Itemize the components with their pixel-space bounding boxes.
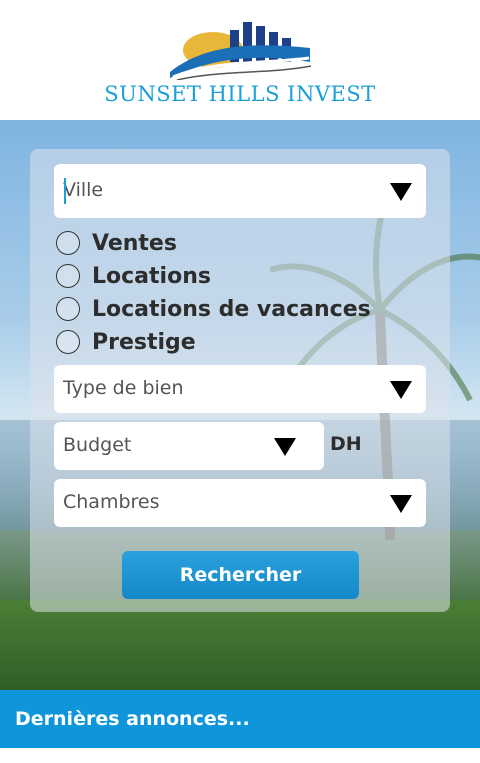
- hero-grass: [0, 600, 480, 690]
- chevron-down-icon: [390, 183, 412, 201]
- radio-prestige[interactable]: [56, 330, 80, 354]
- property-type-label: Type de bien: [63, 377, 184, 399]
- radio-ventes[interactable]: [56, 231, 80, 255]
- latest-listings-bar[interactable]: Dernières annonces...: [0, 690, 480, 748]
- bottom-spacer: [0, 748, 480, 763]
- text-cursor: [64, 178, 66, 204]
- city-select[interactable]: Ville: [54, 164, 426, 218]
- budget-select[interactable]: Budget: [54, 422, 324, 470]
- radio-locations-vacances[interactable]: [56, 297, 80, 321]
- header: SUNSET HILLS INVEST: [0, 0, 480, 120]
- radio-label-prestige[interactable]: Prestige: [92, 330, 196, 355]
- search-button[interactable]: Rechercher: [122, 551, 359, 599]
- brand-name: SUNSET HILLS INVEST: [104, 82, 376, 106]
- radio-label-ventes[interactable]: Ventes: [92, 231, 177, 256]
- chevron-down-icon: [390, 495, 412, 513]
- bedrooms-select[interactable]: Chambres: [54, 479, 426, 527]
- currency-label: DH: [330, 433, 362, 455]
- latest-listings-label: Dernières annonces...: [15, 708, 250, 730]
- logo-icon: [170, 22, 312, 80]
- property-type-select[interactable]: Type de bien: [54, 365, 426, 413]
- radio-label-locations-vacances[interactable]: Locations de vacances: [92, 297, 371, 322]
- radio-locations[interactable]: [56, 264, 80, 288]
- radio-label-locations[interactable]: Locations: [92, 264, 211, 289]
- chevron-down-icon: [274, 438, 296, 456]
- budget-label: Budget: [63, 434, 132, 456]
- city-placeholder: Ville: [63, 179, 104, 201]
- bedrooms-label: Chambres: [63, 491, 160, 513]
- chevron-down-icon: [390, 381, 412, 399]
